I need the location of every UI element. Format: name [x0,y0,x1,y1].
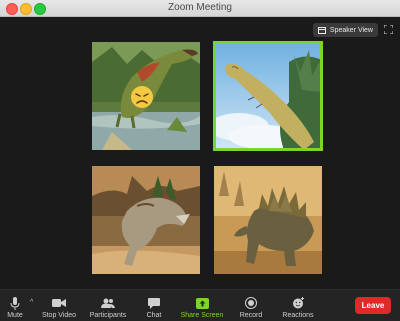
share-screen-label: Share Screen [180,312,224,319]
record-label: Record [239,312,263,319]
video-stage: Speaker View [0,17,400,289]
reactions-label: Reactions [282,312,314,319]
record-button[interactable]: Record [237,290,265,321]
video-tile-participant-4[interactable] [214,166,322,274]
smiley-plus-icon [290,296,306,310]
mute-button[interactable]: Mute [4,290,26,321]
speaker-view-icon [317,26,326,34]
mute-label: Mute [7,312,23,319]
chat-bubble-icon [146,296,162,310]
video-camera-icon [51,296,67,310]
meeting-toolbar: Mute ^ Stop Video Participants Chat Shar… [0,289,400,321]
stop-video-label: Stop Video [41,312,77,319]
record-icon [243,296,259,310]
reactions-button[interactable]: Reactions [280,290,316,321]
audio-options-chevron-icon[interactable]: ^ [30,299,33,306]
video-tile-participant-3[interactable] [92,166,200,274]
chat-button[interactable]: Chat [141,290,167,321]
title-bar: Zoom Meeting [0,0,400,17]
stop-video-button[interactable]: Stop Video [38,290,80,321]
participants-icon [100,296,116,310]
window-title: Zoom Meeting [168,2,232,13]
speaker-view-button[interactable]: Speaker View [312,23,378,37]
share-screen-button[interactable]: Share Screen [179,290,225,321]
share-screen-icon [194,296,210,310]
microphone-icon [7,296,23,310]
participants-label: Participants [89,312,127,319]
speaker-view-label: Speaker View [329,26,373,34]
chat-label: Chat [146,312,162,319]
leave-meeting-button[interactable]: Leave [355,297,391,314]
fullscreen-icon[interactable] [384,25,393,34]
participants-button[interactable]: Participants [86,290,130,321]
video-tile-participant-1[interactable] [92,42,200,150]
video-tile-participant-2-active[interactable] [213,41,323,151]
